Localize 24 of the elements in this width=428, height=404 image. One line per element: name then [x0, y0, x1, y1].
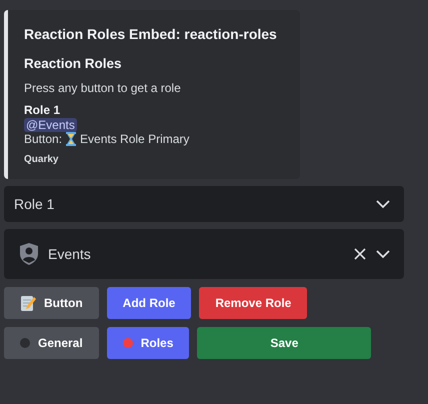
action-button[interactable]: Add Role — [106, 287, 192, 319]
action-button[interactable]: Button — [4, 287, 99, 319]
embed-title: Reaction Roles Embed: reaction-roles — [24, 26, 278, 42]
picker-value: Events — [48, 246, 91, 262]
chevron-icon[interactable] — [376, 200, 390, 208]
tab-button[interactable]: Save — [197, 327, 372, 359]
chevron-icon[interactable] — [376, 250, 390, 258]
action-button[interactable]: Remove Role — [199, 287, 308, 319]
embed-footer: Quarky — [24, 154, 288, 165]
field-name: Role 1 — [24, 103, 62, 117]
memo-icon — [20, 294, 36, 312]
role-dropdown[interactable]: Role 1 — [4, 186, 404, 222]
close-icon[interactable] — [354, 248, 366, 260]
tab-button[interactable]: General — [4, 327, 99, 359]
hourglass-icon — [66, 132, 76, 146]
embed-description: Press any button to get a role — [24, 81, 182, 95]
dropdown-value: Role 1 — [14, 196, 54, 212]
field-label: Button: — [24, 132, 62, 146]
role-mention[interactable]: @Events — [24, 118, 77, 132]
role-picker[interactable]: Events — [4, 229, 404, 279]
shield-icon — [20, 243, 38, 265]
embed-heading: Reaction Roles — [24, 56, 123, 71]
field-value: Events Role Primary — [80, 132, 190, 146]
tab-button[interactable]: Roles — [106, 327, 190, 359]
